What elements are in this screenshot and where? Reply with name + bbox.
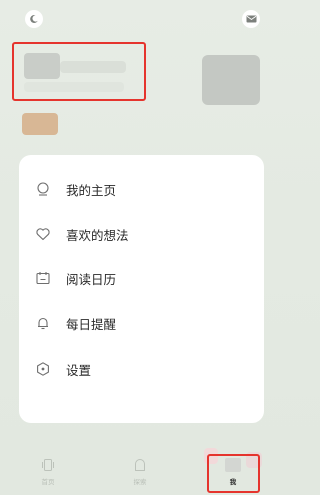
menu-item-settings[interactable]: 设置 (19, 348, 264, 390)
mail-button[interactable] (242, 10, 260, 28)
menu-item-label: 我的主页 (66, 182, 117, 198)
home-icon (42, 459, 54, 471)
moon-icon (30, 14, 38, 23)
tab-explore[interactable]: 探索 (120, 458, 160, 492)
avatar-blurred[interactable] (202, 55, 260, 105)
calendar-icon (34, 269, 52, 287)
badge-blurred (22, 113, 58, 135)
tab-me-highlight (207, 454, 260, 493)
profile-icon (34, 180, 52, 198)
menu-item-daily-reminder[interactable]: 每日提醒 (19, 302, 264, 344)
menu-card: 我的主页 喜欢的想法 阅读日历 每日提醒 设置 (19, 155, 264, 423)
mail-icon (246, 15, 256, 23)
tab-home[interactable]: 首页 (28, 458, 68, 492)
menu-item-profile[interactable]: 我的主页 (19, 168, 264, 210)
menu-item-liked-thoughts[interactable]: 喜欢的想法 (19, 213, 264, 255)
highlight-box (12, 42, 146, 101)
explore-icon (135, 459, 145, 471)
menu-item-reading-calendar[interactable]: 阅读日历 (19, 257, 264, 299)
tab-explore-label: 探索 (133, 478, 147, 486)
heart-icon (34, 225, 52, 243)
menu-item-label: 每日提醒 (66, 316, 117, 332)
settings-icon (34, 360, 52, 378)
bell-icon (34, 314, 52, 332)
tab-home-label: 首页 (41, 478, 55, 486)
menu-item-label: 阅读日历 (66, 271, 117, 287)
menu-item-label: 喜欢的想法 (66, 227, 129, 243)
night-mode-button[interactable] (25, 10, 43, 28)
menu-item-label: 设置 (66, 362, 92, 378)
